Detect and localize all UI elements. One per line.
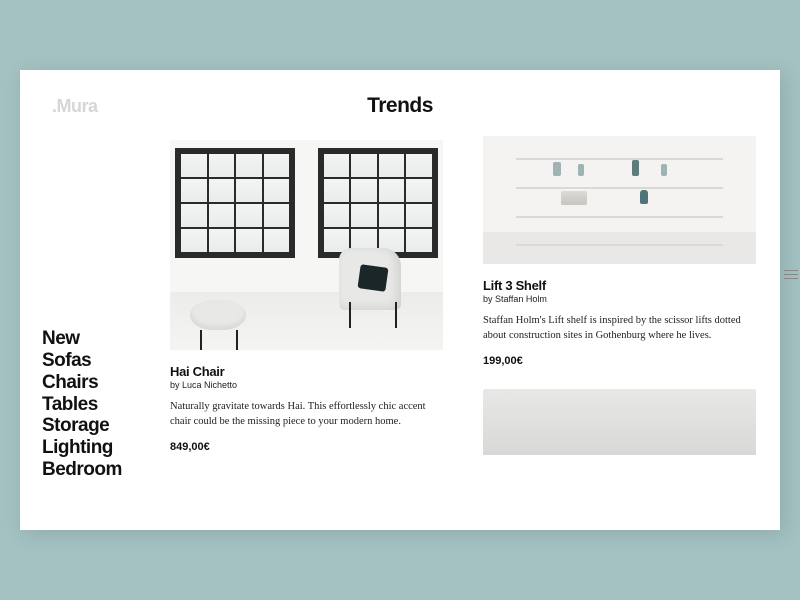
product-grid: Hai Chair by Luca Nichetto Naturally gra…: [170, 140, 756, 530]
brand-logo[interactable]: .Mura: [52, 96, 98, 117]
sidebar-item-new[interactable]: New: [42, 328, 122, 350]
sidebar-item-bedroom[interactable]: Bedroom: [42, 459, 122, 481]
product-title: Lift 3 Shelf: [483, 278, 756, 293]
sidebar-item-storage[interactable]: Storage: [42, 415, 122, 437]
sidebar-item-sofas[interactable]: Sofas: [42, 350, 122, 372]
product-designer: by Staffan Holm: [483, 294, 756, 304]
product-price: 849,00€: [170, 441, 443, 453]
product-image[interactable]: [483, 136, 756, 264]
product-description: Staffan Holm's Lift shelf is inspired by…: [483, 314, 756, 343]
product-description: Naturally gravitate towards Hai. This ef…: [170, 400, 443, 429]
sidebar-item-tables[interactable]: Tables: [42, 394, 122, 416]
sidebar-item-lighting[interactable]: Lighting: [42, 437, 122, 459]
app-panel: .Mura Trends New Sofas Chairs Tables Sto…: [20, 70, 780, 530]
product-title: Hai Chair: [170, 364, 443, 379]
hamburger-icon[interactable]: [784, 270, 798, 279]
category-sidebar: New Sofas Chairs Tables Storage Lighting…: [42, 328, 122, 481]
product-image-partial[interactable]: [483, 389, 756, 455]
sidebar-item-chairs[interactable]: Chairs: [42, 372, 122, 394]
product-image[interactable]: [170, 140, 443, 350]
product-price: 199,00€: [483, 355, 756, 367]
product-card[interactable]: Hai Chair by Luca Nichetto Naturally gra…: [170, 140, 443, 530]
product-card[interactable]: Lift 3 Shelf by Staffan Holm Staffan Hol…: [483, 136, 756, 530]
page-title: Trends: [367, 94, 433, 118]
product-designer: by Luca Nichetto: [170, 380, 443, 390]
